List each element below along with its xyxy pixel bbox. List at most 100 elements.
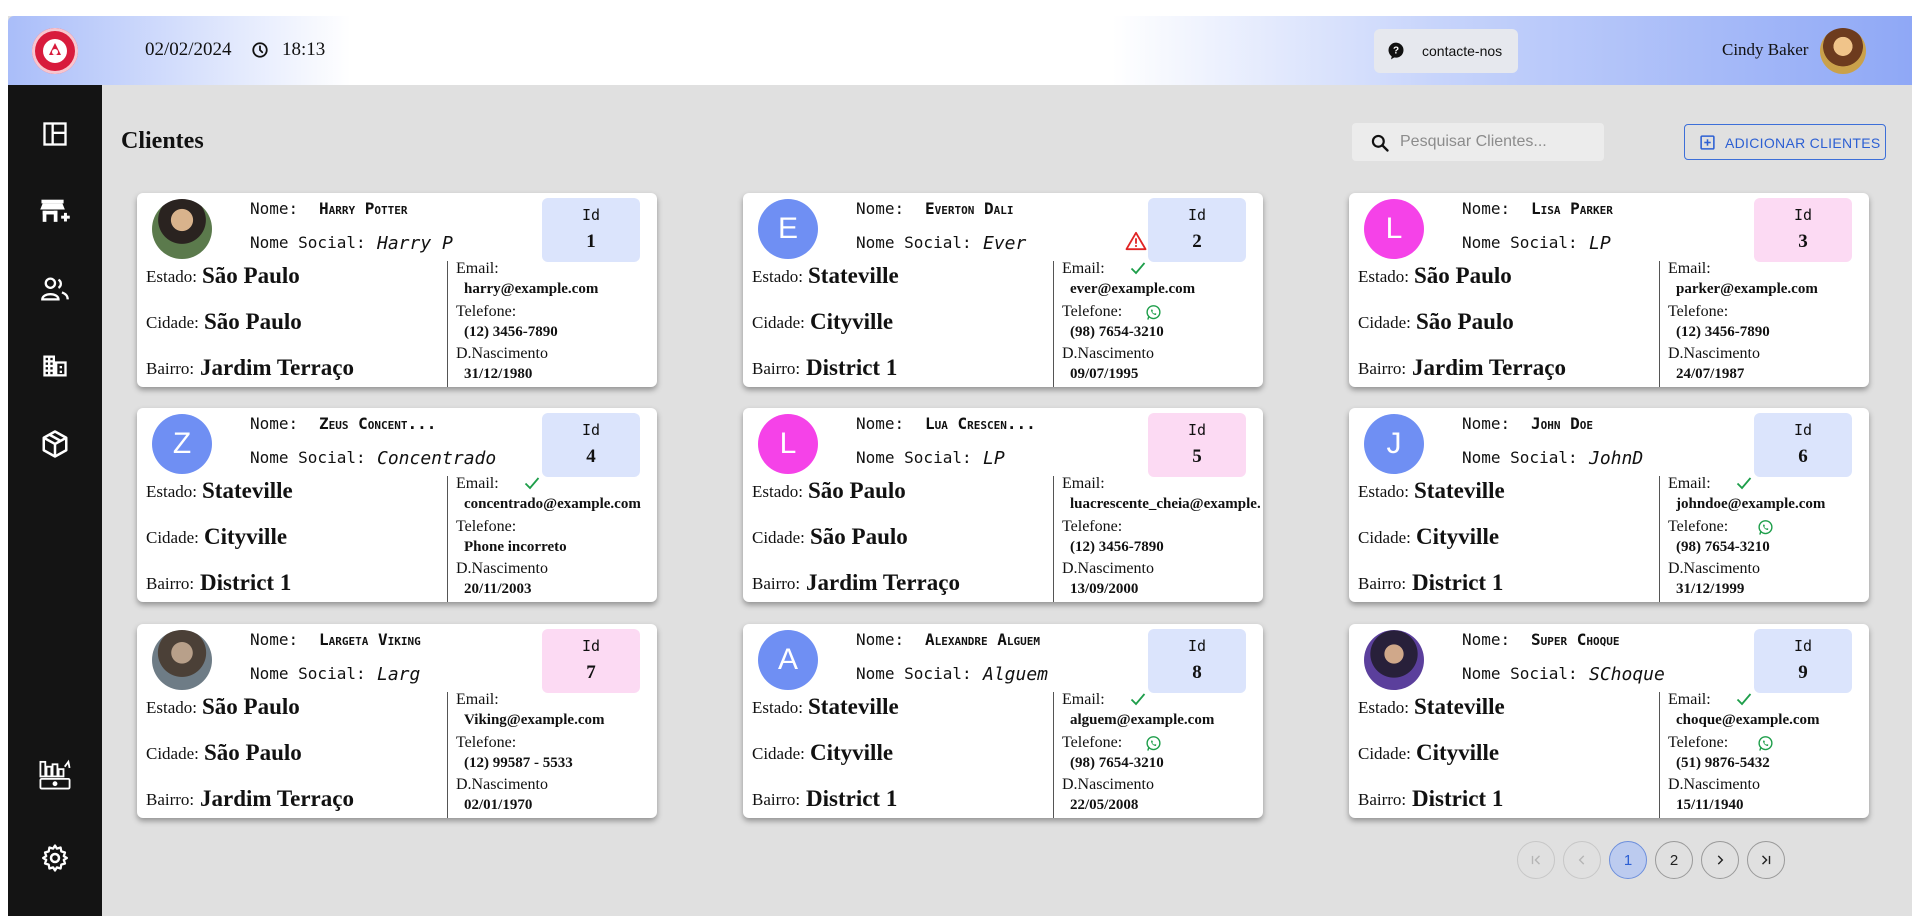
users-icon[interactable] xyxy=(38,272,72,306)
client-birthdate: 15/11/1940 xyxy=(1676,797,1744,813)
bairro-label: Bairro: xyxy=(1358,574,1407,593)
id-label: Id xyxy=(1187,637,1207,655)
search-input[interactable] xyxy=(1400,130,1596,154)
client-bairro: District 1 xyxy=(806,355,898,380)
client-card[interactable]: L Nome: Lua Crescen... Nome Social: LP Id 5 Est… xyxy=(743,408,1263,602)
client-avatar xyxy=(152,630,212,690)
client-card[interactable]: Nome: Harry Potter Nome Social: Harry P Id 1 E… xyxy=(137,193,657,387)
client-estado: São Paulo xyxy=(808,478,906,503)
whatsapp-icon xyxy=(1145,304,1162,326)
birthdate-label: D.Nascimento xyxy=(1062,776,1154,793)
estado-label: Estado: xyxy=(146,482,197,501)
client-estado: Stateville xyxy=(202,478,293,503)
bairro-label: Bairro: xyxy=(752,574,801,593)
client-email: luacrescente_cheia@example.com xyxy=(1070,496,1260,512)
client-name: Lua Crescen... xyxy=(925,414,1036,433)
social-name-label: Nome Social: xyxy=(856,233,972,252)
client-id: 3 xyxy=(1798,231,1808,252)
client-bairro: Jardim Terraço xyxy=(200,355,354,380)
client-bairro: Jardim Terraço xyxy=(1412,355,1566,380)
client-card[interactable]: Z Nome: Zeus Concent... Nome Social: Concent… xyxy=(137,408,657,602)
page-title: Clientes xyxy=(121,128,204,154)
client-bairro: District 1 xyxy=(200,570,292,595)
email-label: Email: xyxy=(1062,691,1105,708)
user-avatar[interactable] xyxy=(1820,28,1866,74)
phone-label: Telefone: xyxy=(1062,518,1123,535)
phone-label: Telefone: xyxy=(1668,734,1729,751)
svg-text:?: ? xyxy=(1393,46,1399,57)
client-id: 5 xyxy=(1192,446,1202,467)
email-label: Email: xyxy=(1668,260,1711,277)
estado-label: Estado: xyxy=(1358,482,1409,501)
bairro-label: Bairro: xyxy=(146,574,195,593)
page-button[interactable]: 1 xyxy=(1609,841,1647,879)
estado-label: Estado: xyxy=(752,698,803,717)
client-id-badge: Id 9 xyxy=(1754,629,1852,693)
client-id: 4 xyxy=(586,446,596,467)
estado-label: Estado: xyxy=(752,267,803,286)
birthdate-label: D.Nascimento xyxy=(1668,560,1760,577)
client-birthdate: 20/11/2003 xyxy=(464,581,532,597)
last-page-button[interactable] xyxy=(1747,841,1785,879)
sidebar xyxy=(8,85,102,916)
client-id-badge: Id 7 xyxy=(542,629,640,693)
id-label: Id xyxy=(581,421,601,439)
social-name-label: Nome Social: xyxy=(250,233,366,252)
client-avatar: A xyxy=(758,630,818,690)
card-divider xyxy=(1053,692,1054,818)
client-card[interactable]: J Nome: John Doe Nome Social: JohnD Id 6 Estado… xyxy=(1349,408,1869,602)
card-divider xyxy=(1659,261,1660,387)
bairro-label: Bairro: xyxy=(1358,790,1407,809)
cidade-label: Cidade: xyxy=(1358,313,1411,332)
client-id-badge: Id 1 xyxy=(542,198,640,262)
name-label: Nome: xyxy=(856,414,905,433)
phone-label: Telefone: xyxy=(456,518,517,535)
page-button[interactable]: 2 xyxy=(1655,841,1693,879)
estado-label: Estado: xyxy=(1358,698,1409,717)
client-estado: Stateville xyxy=(808,694,899,719)
birthdate-label: D.Nascimento xyxy=(1668,345,1760,362)
card-divider xyxy=(447,692,448,818)
estado-label: Estado: xyxy=(752,482,803,501)
client-card[interactable]: L Nome: Lisa Parker Nome Social: LP Id 3 Estado… xyxy=(1349,193,1869,387)
name-label: Nome: xyxy=(250,630,299,649)
id-label: Id xyxy=(1793,206,1813,224)
whatsapp-icon xyxy=(1757,519,1774,541)
cidade-label: Cidade: xyxy=(752,313,805,332)
app-logo[interactable] xyxy=(32,28,78,74)
email-verified-icon xyxy=(1130,261,1146,280)
name-label: Nome: xyxy=(856,630,905,649)
client-card[interactable]: Nome: Largeta Viking Nome Social: Larg Id 7 Es… xyxy=(137,624,657,818)
buildings-icon[interactable] xyxy=(38,349,72,383)
settings-icon[interactable] xyxy=(38,841,72,875)
id-label: Id xyxy=(1187,206,1207,224)
client-card[interactable]: Nome: Super Choque Nome Social: SChoque Id 9 E… xyxy=(1349,624,1869,818)
client-card[interactable]: A Nome: Alexandre Alguem Nome Social: Alguem… xyxy=(743,624,1263,818)
add-client-button[interactable]: ADICIONAR CLIENTES xyxy=(1684,124,1886,160)
client-birthdate: 31/12/1999 xyxy=(1676,581,1745,597)
social-name-label: Nome Social: xyxy=(856,664,972,683)
birthdate-label: D.Nascimento xyxy=(456,345,548,362)
dashboard-icon[interactable] xyxy=(38,117,72,151)
add-store-icon[interactable] xyxy=(38,195,72,229)
client-name: John Doe xyxy=(1531,414,1594,433)
client-social-name: LP xyxy=(1589,233,1611,254)
client-avatar xyxy=(152,199,212,259)
card-divider xyxy=(447,476,448,602)
client-phone: (98) 7654-3210 xyxy=(1676,539,1770,555)
billing-icon[interactable] xyxy=(38,757,72,791)
client-birthdate: 24/07/1987 xyxy=(1676,366,1745,382)
contact-button[interactable]: ? contacte-nos xyxy=(1374,29,1518,73)
whatsapp-icon xyxy=(1145,735,1162,757)
client-phone: (12) 3456-7890 xyxy=(464,324,558,340)
social-name-label: Nome Social: xyxy=(1462,664,1578,683)
estado-label: Estado: xyxy=(146,698,197,717)
client-card[interactable]: E Nome: Everton Dali Nome Social: Ever Id 2 Est… xyxy=(743,193,1263,387)
client-id: 9 xyxy=(1798,662,1808,683)
next-page-button[interactable] xyxy=(1701,841,1739,879)
social-name-label: Nome Social: xyxy=(1462,448,1578,467)
warning-icon xyxy=(1125,231,1147,256)
email-label: Email: xyxy=(1062,260,1105,277)
package-icon[interactable] xyxy=(38,427,72,461)
client-estado: São Paulo xyxy=(202,263,300,288)
